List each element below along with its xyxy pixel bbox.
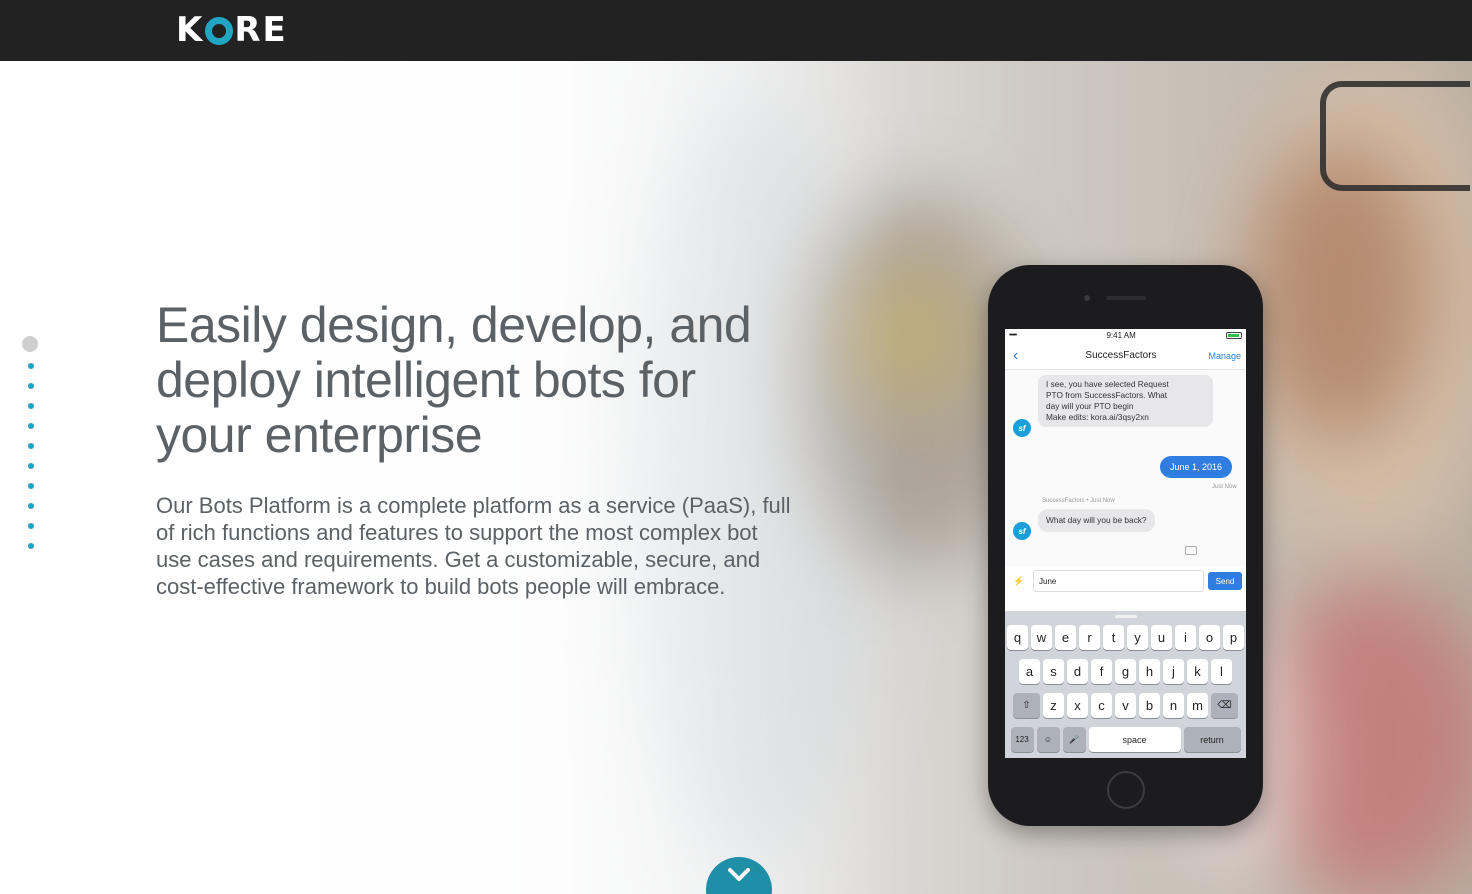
slide-dot[interactable]: [28, 463, 34, 469]
successfactors-avatar: sf: [1013, 522, 1031, 540]
keyboard-row-2: a s d f g h j k l: [1007, 659, 1244, 684]
key-h[interactable]: h: [1139, 659, 1160, 684]
slide-dot[interactable]: [28, 383, 34, 389]
ios-status-bar: ••••• 9:41 AM: [1005, 329, 1246, 342]
key-n[interactable]: n: [1163, 693, 1184, 718]
key-v[interactable]: v: [1115, 693, 1136, 718]
phone-mockup: ••••• 9:41 AM ‹ SuccessFactors Manage I …: [988, 265, 1263, 826]
slide-dot[interactable]: [28, 363, 34, 369]
space-key[interactable]: space: [1088, 727, 1181, 752]
hero-description: Our Bots Platform is a complete platform…: [156, 493, 791, 599]
slide-dot[interactable]: [28, 483, 34, 489]
key-y[interactable]: y: [1127, 625, 1148, 650]
send-button[interactable]: Send: [1208, 572, 1242, 590]
key-t[interactable]: t: [1103, 625, 1124, 650]
numbers-key[interactable]: 123: [1010, 727, 1034, 752]
key-j[interactable]: j: [1163, 659, 1184, 684]
logo-text-right: RE: [234, 10, 288, 50]
phone-speaker: [1106, 296, 1146, 300]
phone-home-button: [1107, 771, 1145, 809]
key-d[interactable]: d: [1067, 659, 1088, 684]
key-r[interactable]: r: [1079, 625, 1100, 650]
successfactors-avatar: sf: [1013, 419, 1031, 437]
key-a[interactable]: a: [1019, 659, 1040, 684]
chat-thread: I see, you have selected Request PTO fro…: [1005, 370, 1246, 566]
backspace-icon[interactable]: ⌫: [1211, 693, 1238, 718]
chat-navbar: ‹ SuccessFactors Manage: [1005, 342, 1246, 370]
hero-headline: Easily design, develop, and deploy intel…: [156, 297, 752, 463]
chevron-down-icon: [728, 868, 750, 881]
message-input[interactable]: June: [1033, 570, 1204, 592]
slide-dot[interactable]: [28, 543, 34, 549]
top-navigation-bar: K RE: [0, 0, 1472, 61]
key-f[interactable]: f: [1091, 659, 1112, 684]
key-o[interactable]: o: [1199, 625, 1220, 650]
slide-navigation-dots: [22, 336, 40, 563]
key-g[interactable]: g: [1115, 659, 1136, 684]
key-s[interactable]: s: [1043, 659, 1064, 684]
slide-dot-active[interactable]: [22, 336, 38, 352]
chat-composer: ⚡ June Send: [1005, 566, 1246, 596]
slide-dot[interactable]: [28, 503, 34, 509]
slide-dot[interactable]: [28, 443, 34, 449]
keyboard-row-4: 123 ☺ 🎤 space return: [1007, 727, 1244, 752]
shift-icon[interactable]: ⇧: [1013, 693, 1040, 718]
keyboard-row-3: ⇧ z x c v b n m ⌫: [1007, 693, 1244, 718]
message-line: day will your PTO begin: [1046, 401, 1134, 411]
message-line: I see, you have selected Request: [1046, 379, 1169, 389]
logo-text-left: K: [176, 10, 205, 50]
battery-icon: [1226, 332, 1242, 339]
manage-button[interactable]: Manage: [1201, 351, 1241, 361]
message-timestamp: Just Now: [1212, 484, 1237, 490]
key-p[interactable]: p: [1223, 625, 1244, 650]
key-z[interactable]: z: [1043, 693, 1064, 718]
return-key[interactable]: return: [1183, 727, 1241, 752]
message-line: PTO from SuccessFactors. What: [1046, 390, 1168, 400]
kore-logo[interactable]: K RE: [176, 10, 288, 50]
message-sender-meta: SuccessFactors • Just Now: [1042, 498, 1115, 504]
bot-message: I see, you have selected Request PTO fro…: [1038, 375, 1213, 427]
lightning-icon[interactable]: ⚡: [1009, 576, 1029, 587]
key-u[interactable]: u: [1151, 625, 1172, 650]
ios-keyboard: q w e r t y u i o p a s d f g h j k l ⇧ …: [1005, 611, 1246, 758]
emoji-icon[interactable]: ☺: [1036, 727, 1060, 752]
key-i[interactable]: i: [1175, 625, 1196, 650]
key-m[interactable]: m: [1187, 693, 1208, 718]
logo-ring-icon: [205, 17, 234, 45]
user-message: June 1, 2016: [1160, 456, 1233, 478]
key-b[interactable]: b: [1139, 693, 1160, 718]
slide-dot[interactable]: [28, 523, 34, 529]
slide-dot[interactable]: [28, 423, 34, 429]
glasses-shape: [1320, 81, 1470, 191]
chat-title: SuccessFactors: [1085, 350, 1157, 361]
message-line: Make edits: kora.ai/3qsy2xn: [1046, 412, 1149, 422]
bot-message: What day will you be back?: [1038, 509, 1155, 532]
keyboard-handle: [1115, 615, 1137, 618]
key-c[interactable]: c: [1091, 693, 1112, 718]
phone-screen: ••••• 9:41 AM ‹ SuccessFactors Manage I …: [1005, 329, 1246, 758]
key-e[interactable]: e: [1055, 625, 1076, 650]
message-options-icon[interactable]: [1185, 546, 1197, 555]
key-x[interactable]: x: [1067, 693, 1088, 718]
key-w[interactable]: w: [1031, 625, 1052, 650]
key-l[interactable]: l: [1211, 659, 1232, 684]
keyboard-row-1: q w e r t y u i o p: [1007, 625, 1244, 650]
microphone-icon[interactable]: 🎤: [1062, 727, 1086, 752]
signal-strength-icon: •••••: [1009, 332, 1017, 339]
key-k[interactable]: k: [1187, 659, 1208, 684]
hero-white-fade: [0, 61, 900, 894]
slide-dot[interactable]: [28, 403, 34, 409]
chevron-left-icon[interactable]: ‹: [1013, 347, 1041, 365]
phone-camera: [1084, 295, 1090, 301]
status-time: 9:41 AM: [1106, 331, 1136, 340]
key-q[interactable]: q: [1007, 625, 1028, 650]
